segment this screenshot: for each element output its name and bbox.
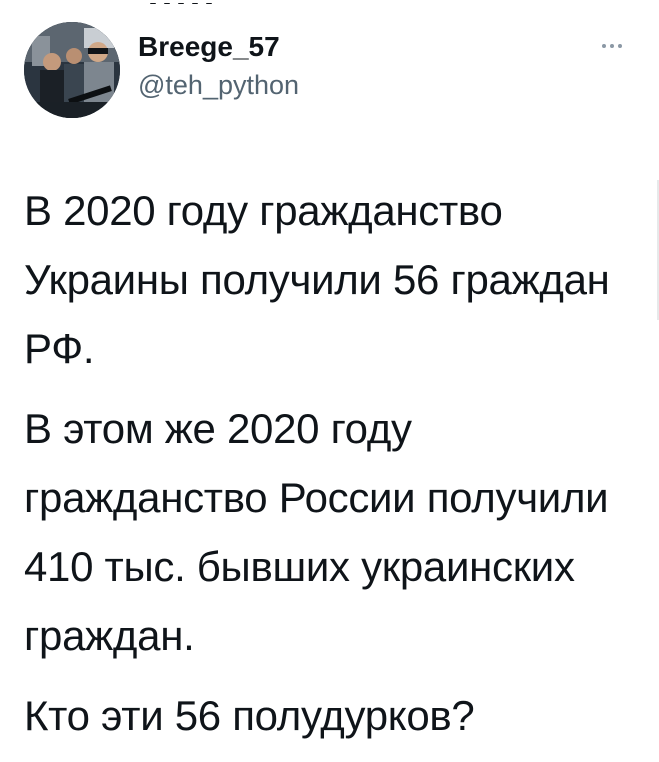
more-horizontal-icon-dot	[618, 44, 622, 48]
user-info[interactable]: Вreege_57 @teh_python	[138, 28, 299, 104]
username[interactable]: @teh_python	[138, 66, 299, 104]
avatar[interactable]	[24, 22, 120, 118]
tweet-paragraph: В этом же 2020 году гражданство России п…	[24, 405, 609, 659]
more-horizontal-icon	[602, 44, 606, 48]
more-horizontal-icon-dot	[610, 44, 614, 48]
display-name[interactable]: Вreege_57	[138, 28, 299, 66]
tweet-paragraph: В 2020 году гражданство Украины получили…	[24, 187, 610, 372]
tweet-paragraph: Кто эти 56 полудурков?	[24, 692, 475, 739]
cropped-text-fragment	[150, 0, 260, 4]
tweet-text: В 2020 году гражданство Украины получили…	[24, 176, 644, 761]
avatar-image	[24, 22, 120, 118]
tweet-header: Вreege_57 @teh_python	[24, 22, 636, 122]
more-options-button[interactable]	[594, 34, 630, 58]
